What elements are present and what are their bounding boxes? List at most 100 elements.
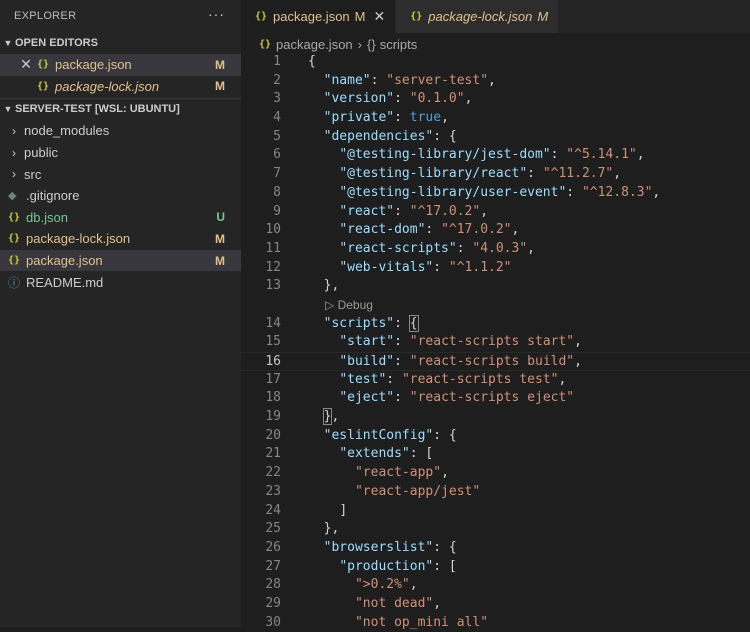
code-line[interactable]: 19 },	[241, 408, 750, 427]
line-number: 22	[265, 465, 281, 481]
line-number: 6	[273, 147, 281, 163]
info-icon: ⓘ	[8, 275, 21, 290]
code-line[interactable]: 11 "react-scripts": "4.0.3",	[241, 240, 750, 259]
code-line[interactable]: 15 "start": "react-scripts start",	[241, 333, 750, 352]
code-text: "eslintConfig": {	[323, 427, 457, 443]
code-text: "test": "react-scripts test",	[339, 371, 567, 387]
code-line[interactable]: 3 "version": "0.1.0",	[241, 90, 750, 109]
code-line[interactable]: 13 },	[241, 277, 750, 296]
tab-package-json[interactable]: {} package.json M ✕	[241, 0, 397, 33]
code-line[interactable]: 10 "react-dom": "^17.0.2",	[241, 221, 750, 240]
file-label: package.json	[26, 253, 103, 269]
open-editor-package-json[interactable]: ✕ {} package.json M	[0, 54, 241, 76]
file-package-json[interactable]: {} package.json M	[0, 249, 241, 272]
line-number: 17	[265, 371, 281, 387]
code-text: "start": "react-scripts start",	[339, 334, 582, 350]
debug-codelens[interactable]: ▷ Debug	[241, 296, 750, 315]
code-line[interactable]: 8 "@testing-library/user-event": "^12.8.…	[241, 184, 750, 203]
file-package-lock-json[interactable]: {} package-lock.json M	[0, 228, 241, 250]
close-icon[interactable]: ✕	[17, 56, 35, 73]
line-number: 19	[265, 409, 281, 425]
line-number: 4	[273, 110, 281, 126]
code-line[interactable]: 5 "dependencies": {	[241, 128, 750, 147]
code-line[interactable]: 2 "name": "server-test",	[241, 72, 750, 91]
open-editor-label: package.json	[55, 57, 132, 73]
code-line[interactable]: 1{	[241, 53, 750, 72]
breadcrumb: {} package.json › {} scripts	[241, 33, 750, 55]
code-text: "version": "0.1.0",	[323, 91, 473, 107]
code-line[interactable]: 23 "react-app/jest"	[241, 483, 750, 502]
code-text: "eject": "react-scripts eject"	[339, 390, 575, 406]
code-line[interactable]: 21 "extends": [	[241, 445, 750, 464]
modified-flag: M	[537, 9, 549, 24]
close-icon[interactable]: ✕	[374, 8, 386, 25]
line-number: 9	[273, 203, 281, 219]
modified-flag: M	[354, 9, 366, 24]
line-number: 8	[273, 184, 281, 200]
file-label: .gitignore	[26, 188, 80, 204]
tab-label: package.json	[273, 9, 350, 24]
open-editor-label: package-lock.json	[55, 78, 160, 94]
open-editors-header[interactable]: ▼ OPEN EDITORS	[0, 32, 241, 54]
line-number: 28	[265, 577, 281, 593]
code-line[interactable]: 18 "eject": "react-scripts eject"	[241, 389, 750, 408]
code-line[interactable]: 6 "@testing-library/jest-dom": "^5.14.1"…	[241, 146, 750, 165]
line-number: 29	[265, 595, 281, 611]
json-icon: {}	[37, 59, 50, 71]
line-number: 18	[265, 390, 281, 406]
tab-package-lock-json[interactable]: {} package-lock.json M	[396, 0, 560, 33]
code-line[interactable]: 29 "not dead",	[241, 595, 750, 614]
code-line[interactable]: 20 "eslintConfig": {	[241, 427, 750, 446]
json-icon: {}	[255, 11, 268, 22]
code-text: },	[322, 408, 340, 426]
file-label: README.md	[26, 274, 104, 290]
more-actions-icon[interactable]: ···	[208, 6, 225, 22]
chevron-down-icon: ▼	[3, 104, 13, 115]
explorer-sidebar: EXPLORER ··· ▼ OPEN EDITORS ✕ {} package…	[0, 0, 241, 627]
gitignore-icon: ◆	[8, 190, 17, 203]
code-text: "react-scripts": "4.0.3",	[339, 240, 535, 256]
line-number: 23	[265, 483, 281, 499]
breadcrumb-symbol[interactable]: scripts	[380, 37, 418, 52]
code-line[interactable]: 25 },	[241, 520, 750, 539]
chevron-right-icon: ›	[12, 123, 16, 138]
code-line[interactable]: 9 "react": "^17.0.2",	[241, 203, 750, 222]
code-text: "scripts": {	[323, 314, 419, 332]
code-line[interactable]: 17 "test": "react-scripts test",	[241, 371, 750, 390]
code-line[interactable]: 16 "build": "react-scripts build",	[241, 352, 750, 371]
code-editor[interactable]: 1{2 "name": "server-test", 3 "version": "…	[241, 53, 750, 632]
code-text: "not op_mini all"	[354, 614, 489, 630]
tab-label: package-lock.json	[428, 9, 533, 24]
folder-public[interactable]: › public	[0, 142, 241, 164]
code-line[interactable]: 30 "not op_mini all"	[241, 614, 750, 632]
code-text: "browserslist": {	[323, 539, 457, 555]
workspace-header[interactable]: ▼ SERVER-TEST [WSL: UBUNTU]	[0, 98, 241, 120]
code-line[interactable]: 24 ]	[241, 502, 750, 521]
json-icon: {}	[37, 80, 50, 92]
code-line[interactable]: 27 "production": [	[241, 558, 750, 577]
code-text: ">0.2%",	[354, 577, 418, 593]
file-readme-md[interactable]: ⓘ README.md	[0, 271, 241, 293]
code-line[interactable]: 4 "private": true,	[241, 109, 750, 128]
breadcrumb-file[interactable]: package.json	[276, 37, 353, 52]
open-editor-package-lock-json[interactable]: {} package-lock.json M	[0, 76, 241, 98]
line-number: 10	[265, 222, 281, 238]
code-line[interactable]: 7 "@testing-library/react": "^11.2.7",	[241, 165, 750, 184]
file-db-json[interactable]: {} db.json U	[0, 207, 241, 229]
code-text: "not dead",	[354, 595, 442, 611]
code-line[interactable]: 14 "scripts": {	[241, 314, 750, 334]
untracked-badge: U	[216, 210, 225, 225]
code-text: "@testing-library/react": "^11.2.7",	[339, 166, 622, 182]
line-number: 1	[273, 54, 281, 69]
code-line[interactable]: 26 "browserslist": {	[241, 539, 750, 558]
code-line[interactable]: 28 ">0.2%",	[241, 576, 750, 595]
modified-badge: M	[215, 231, 225, 246]
code-line[interactable]: 12 "web-vitals": "^1.1.2"	[241, 259, 750, 278]
line-number: 12	[265, 259, 281, 275]
chevron-down-icon: ▼	[3, 38, 13, 48]
code-line[interactable]: 22 "react-app",	[241, 464, 750, 483]
file-gitignore[interactable]: ◆ .gitignore	[0, 185, 241, 207]
folder-src[interactable]: › src	[0, 163, 241, 185]
code-text: "web-vitals": "^1.1.2"	[339, 259, 512, 275]
folder-node-modules[interactable]: › node_modules	[0, 120, 241, 142]
